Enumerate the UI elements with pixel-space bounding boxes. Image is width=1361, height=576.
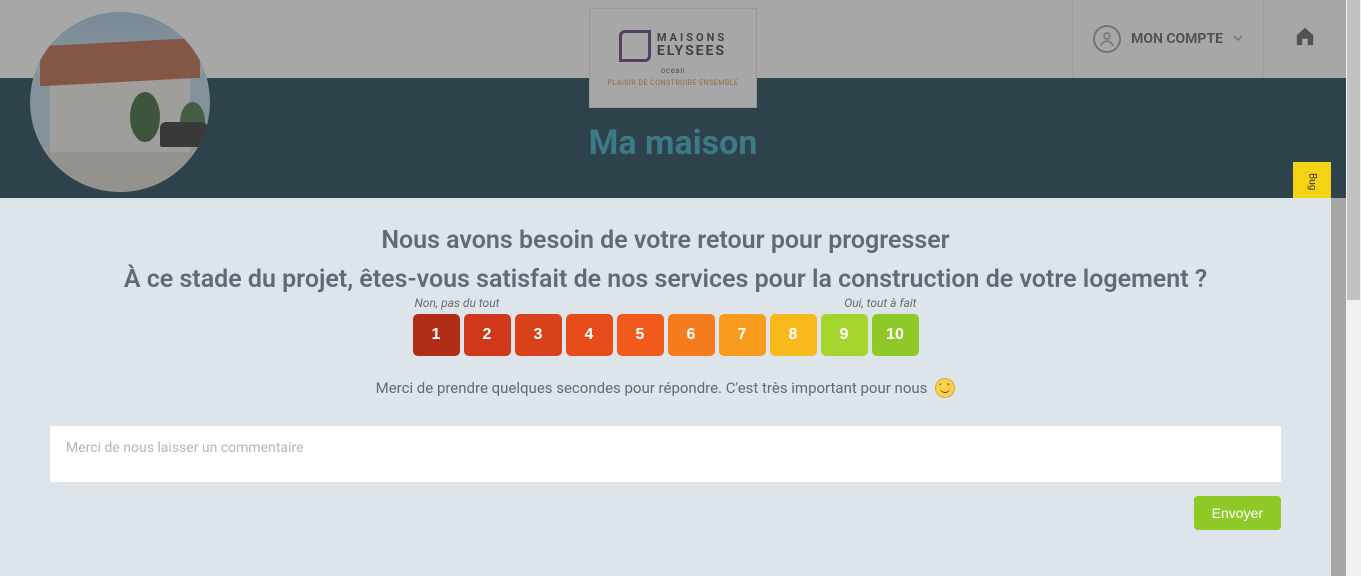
account-label: MON COMPTE — [1131, 31, 1223, 47]
logo-mark-icon — [619, 30, 651, 62]
home-icon — [1294, 25, 1316, 53]
smiley-icon — [935, 378, 955, 398]
rating-button-5[interactable]: 5 — [617, 314, 664, 356]
rating-button-4[interactable]: 4 — [566, 314, 613, 356]
nps-scale: Non, pas du tout Oui, tout à fait 1 2 3 … — [413, 314, 919, 356]
page-title: Ma maison — [589, 123, 758, 163]
rating-button-7[interactable]: 7 — [719, 314, 766, 356]
comment-input[interactable] — [50, 426, 1281, 482]
project-avatar — [30, 12, 210, 192]
scale-label-high: Oui, tout à fait — [844, 296, 916, 310]
bug-tab-label: Bug — [1307, 173, 1318, 190]
help-text-content: Merci de prendre quelques secondes pour … — [376, 379, 928, 397]
brand-logo: MAISONS ELYSEES ocean PLAISIR DE CONSTRU… — [589, 8, 757, 108]
rating-button-10[interactable]: 10 — [872, 314, 919, 356]
logo-sub: ocean — [661, 66, 685, 75]
user-icon — [1093, 25, 1121, 53]
rating-button-3[interactable]: 3 — [515, 314, 562, 356]
feedback-help-text: Merci de prendre quelques secondes pour … — [376, 378, 956, 398]
account-menu-button[interactable]: MON COMPTE — [1072, 0, 1263, 78]
scale-label-low: Non, pas du tout — [415, 296, 500, 310]
chevron-down-icon — [1233, 32, 1243, 46]
logo-line2: ELYSEES — [657, 44, 727, 59]
logo-text: MAISONS ELYSEES — [657, 32, 727, 59]
rating-button-1[interactable]: 1 — [413, 314, 460, 356]
scrollbar[interactable] — [1346, 0, 1361, 576]
logo-tag: PLAISIR DE CONSTRUIRE ENSEMBLE — [608, 79, 739, 87]
rating-button-6[interactable]: 6 — [668, 314, 715, 356]
feedback-heading: Nous avons besoin de votre retour pour p… — [381, 226, 949, 255]
rating-button-8[interactable]: 8 — [770, 314, 817, 356]
feedback-question: À ce stade du projet, êtes-vous satisfai… — [124, 265, 1207, 294]
feedback-modal: Nous avons besoin de votre retour pour p… — [0, 198, 1331, 576]
rating-button-2[interactable]: 2 — [464, 314, 511, 356]
scrollbar-thumb[interactable] — [1347, 0, 1360, 300]
bug-report-tab[interactable]: Bug — [1293, 162, 1331, 202]
send-button[interactable]: Envoyer — [1194, 496, 1281, 530]
home-button[interactable] — [1263, 0, 1346, 78]
rating-button-9[interactable]: 9 — [821, 314, 868, 356]
